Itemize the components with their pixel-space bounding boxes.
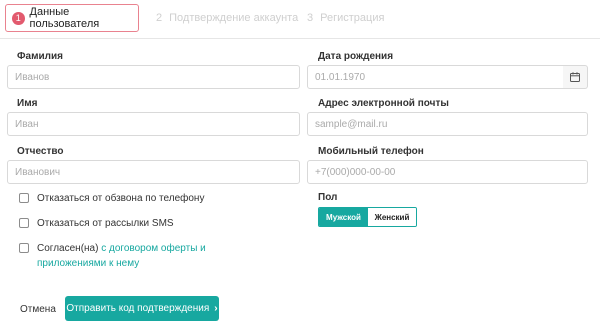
- phone-label: Мобильный телефон: [318, 146, 424, 157]
- gender-female-option[interactable]: Женский: [368, 208, 416, 226]
- gender-toggle: Мужской Женский: [318, 207, 417, 227]
- patronymic-input[interactable]: Иванович: [7, 160, 300, 184]
- send-code-label: Отправить код подтверждения: [66, 303, 210, 314]
- agree-checkbox-row[interactable]: Согласен(на) с договором оферты и прилож…: [19, 241, 206, 271]
- gender-male-option[interactable]: Мужской: [319, 208, 368, 226]
- chevron-right-icon: ›: [214, 303, 218, 314]
- step-number: 3: [307, 12, 314, 24]
- gender-label: Пол: [318, 192, 338, 203]
- offer-agreement-link[interactable]: с договором оферты и: [101, 243, 206, 254]
- no-calls-checkbox[interactable]: [19, 193, 29, 203]
- phone-input[interactable]: +7(000)000-00-00: [307, 160, 588, 184]
- email-input[interactable]: sample@mail.ru: [307, 112, 588, 136]
- email-label: Адрес электронной почты: [318, 98, 449, 109]
- send-code-button[interactable]: Отправить код подтверждения ›: [65, 296, 219, 321]
- cancel-button[interactable]: Отмена: [20, 304, 56, 315]
- no-sms-label: Отказаться от рассылки SMS: [37, 218, 174, 229]
- agree-prefix: Согласен(на): [37, 243, 99, 254]
- step-label: Регистрация: [320, 12, 385, 24]
- last-name-input[interactable]: Иванов: [7, 65, 300, 89]
- step-registration[interactable]: 3 Регистрация: [307, 4, 384, 32]
- offer-appendix-link[interactable]: приложениями к нему: [37, 258, 139, 269]
- no-sms-checkbox[interactable]: [19, 218, 29, 228]
- patronymic-label: Отчество: [17, 146, 64, 157]
- first-name-label: Имя: [17, 98, 38, 109]
- step-number-badge: 1: [12, 11, 25, 25]
- no-sms-checkbox-row[interactable]: Отказаться от рассылки SMS: [19, 216, 174, 231]
- step-account-confirmation[interactable]: 2 Подтверждение аккаунта: [156, 4, 298, 32]
- step-number: 2: [156, 12, 163, 24]
- birth-date-label: Дата рождения: [318, 51, 394, 62]
- last-name-label: Фамилия: [17, 51, 63, 62]
- agree-text: Согласен(на) с договором оферты и прилож…: [37, 241, 206, 271]
- no-calls-label: Отказаться от обзвона по телефону: [37, 193, 205, 204]
- steps-divider: [0, 38, 600, 39]
- step-label: Подтверждение аккаунта: [169, 12, 299, 24]
- step-user-data[interactable]: 1 Данные пользователя: [5, 4, 139, 32]
- no-calls-checkbox-row[interactable]: Отказаться от обзвона по телефону: [19, 191, 204, 206]
- agree-checkbox[interactable]: [19, 243, 29, 253]
- calendar-button[interactable]: [563, 65, 588, 89]
- birth-date-input[interactable]: 01.01.1970: [307, 65, 564, 89]
- step-label: Данные пользователя: [29, 6, 100, 30]
- registration-steps: 1 Данные пользователя 2 Подтверждение ак…: [0, 0, 600, 35]
- calendar-icon: [570, 72, 580, 82]
- first-name-input[interactable]: Иван: [7, 112, 300, 136]
